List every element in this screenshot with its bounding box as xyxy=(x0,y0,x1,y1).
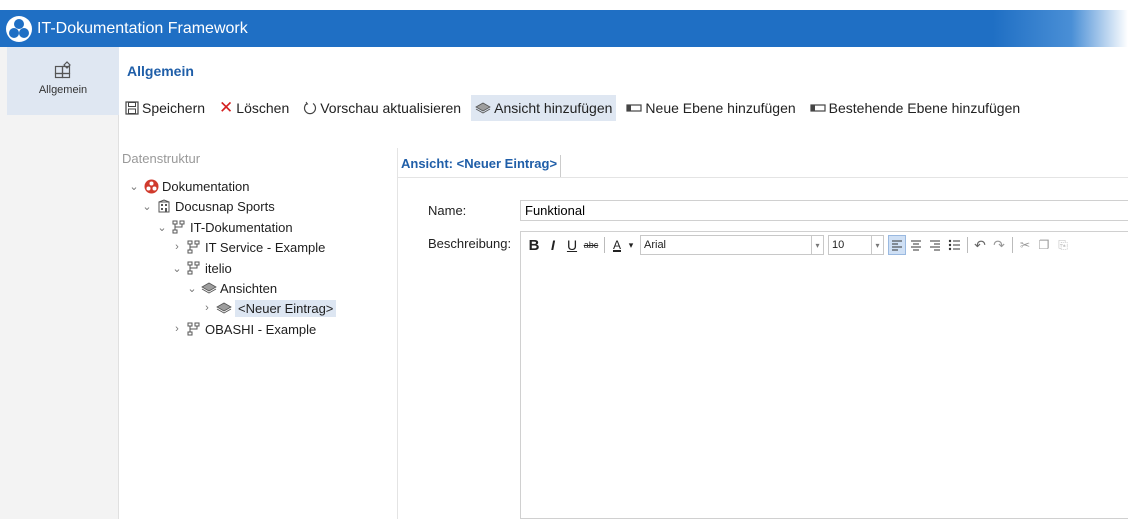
sidebar-item-label: Allgemein xyxy=(38,84,88,96)
refresh-preview-button[interactable]: Vorschau aktualisieren xyxy=(299,95,465,121)
tree-item-neuer-eintrag[interactable]: › <Neuer Eintrag> xyxy=(201,298,337,318)
name-label: Name: xyxy=(428,203,467,218)
tree-item-label: OBASHI - Example xyxy=(205,321,317,337)
font-family-select[interactable]: Arial ▾ xyxy=(640,235,824,255)
redo-icon[interactable]: ↷ xyxy=(990,235,1008,255)
toolbar: Speichern ✕ Löschen Vorschau aktualisier… xyxy=(121,94,1030,122)
font-size-value: 10 xyxy=(832,239,845,251)
refresh-preview-label: Vorschau aktualisieren xyxy=(320,100,462,116)
tree-item-ansichten[interactable]: ⌄ Ansichten xyxy=(186,278,277,298)
cut-icon[interactable]: ✂ xyxy=(1016,235,1034,255)
font-family-value: Arial xyxy=(644,239,667,251)
tab-view-detail[interactable]: Ansicht: <Neuer Eintrag> xyxy=(398,155,562,177)
chevron-down-icon[interactable]: ⌄ xyxy=(128,180,140,193)
chevron-right-icon[interactable]: › xyxy=(201,302,213,314)
view-icon xyxy=(216,300,232,316)
align-left-icon[interactable] xyxy=(888,235,906,255)
font-color-dropdown-icon[interactable]: ▾ xyxy=(627,235,635,255)
tree-item-obashi-example[interactable]: › OBASHI - Example xyxy=(171,319,316,339)
hierarchy-icon xyxy=(186,321,202,337)
font-color-button[interactable]: A xyxy=(608,235,626,255)
app-title: IT-Dokumentation Framework xyxy=(37,19,248,37)
chevron-down-icon[interactable]: ⌄ xyxy=(186,282,198,295)
documentation-icon xyxy=(143,178,159,194)
tree-item-docusnap-sports[interactable]: ⌄ Docusnap Sports xyxy=(141,196,275,216)
title-bar: IT-Dokumentation Framework xyxy=(0,10,1128,47)
layer-icon xyxy=(626,103,643,113)
layer-icon xyxy=(810,103,826,113)
toolbar-separator xyxy=(1012,237,1013,253)
delete-label: Löschen xyxy=(236,100,290,116)
detail-panel: Ansicht: <Neuer Eintrag> Name: Beschreib… xyxy=(398,148,1128,519)
undo-icon[interactable]: ↶ xyxy=(971,235,989,255)
add-new-layer-label: Neue Ebene hinzufügen xyxy=(645,100,796,116)
bullet-list-icon[interactable] xyxy=(945,235,963,255)
refresh-icon xyxy=(303,101,317,115)
delete-button[interactable]: ✕ Löschen xyxy=(215,95,293,121)
font-size-select[interactable]: 10 ▾ xyxy=(828,235,884,255)
tree-header: Datenstruktur xyxy=(122,151,201,166)
tree-item-label: itelio xyxy=(205,260,232,276)
sidebar: Allgemein xyxy=(0,47,119,519)
tree-item-itelio[interactable]: ⌄ itelio xyxy=(171,258,232,278)
tree-item-it-dokumentation[interactable]: ⌄ IT-Dokumentation xyxy=(156,217,293,237)
paste-icon[interactable]: ⎘ xyxy=(1054,235,1072,255)
chevron-right-icon[interactable]: › xyxy=(171,241,183,253)
settings-grid-icon xyxy=(54,61,71,79)
chevron-down-icon[interactable]: ⌄ xyxy=(171,262,183,275)
add-view-label: Ansicht hinzufügen xyxy=(494,100,613,116)
add-existing-layer-button[interactable]: Bestehende Ebene hinzufügen xyxy=(806,95,1025,121)
tree-item-dokumentation[interactable]: ⌄ Dokumentation xyxy=(128,176,249,196)
chevron-down-icon[interactable]: ▾ xyxy=(811,236,823,254)
save-label: Speichern xyxy=(142,100,206,116)
tree-item-label: IT Service - Example xyxy=(205,239,326,255)
bold-button[interactable]: B xyxy=(525,235,543,255)
underline-button[interactable]: U xyxy=(563,235,581,255)
page-title: Allgemein xyxy=(127,63,194,79)
hierarchy-icon xyxy=(186,239,202,255)
tree-item-label: Docusnap Sports xyxy=(175,198,275,214)
description-editor[interactable]: B I U abc A ▾ Arial ▾ 10 ▾ ↶ ↷ ✂ ❐ ⎘ xyxy=(520,231,1128,519)
data-structure-panel: Datenstruktur ⌄ Dokumentation ⌄ Docusnap… xyxy=(119,148,398,519)
italic-button[interactable]: I xyxy=(544,235,562,255)
toolbar-separator xyxy=(604,237,605,253)
chevron-down-icon[interactable]: ⌄ xyxy=(141,200,153,213)
building-icon xyxy=(156,198,172,214)
delete-icon: ✕ xyxy=(219,98,234,117)
tree-item-it-service-example[interactable]: › IT Service - Example xyxy=(171,237,325,257)
hierarchy-icon xyxy=(186,260,202,276)
editor-toolbar: B I U abc A ▾ Arial ▾ 10 ▾ ↶ ↷ ✂ ❐ ⎘ xyxy=(521,232,1128,258)
add-view-button[interactable]: Ansicht hinzufügen xyxy=(471,95,617,121)
name-field[interactable] xyxy=(520,200,1128,221)
copy-icon[interactable]: ❐ xyxy=(1035,235,1053,255)
tree-item-label: Dokumentation xyxy=(162,178,250,194)
chevron-down-icon[interactable]: ⌄ xyxy=(156,221,168,234)
sidebar-item-allgemein[interactable]: Allgemein xyxy=(7,47,119,115)
description-label: Beschreibung: xyxy=(428,236,512,251)
tab-divider xyxy=(398,177,1128,178)
view-icon xyxy=(201,280,217,296)
app-logo-icon xyxy=(6,15,32,42)
save-button[interactable]: Speichern xyxy=(121,95,209,121)
chevron-right-icon[interactable]: › xyxy=(171,323,183,335)
align-center-icon[interactable] xyxy=(907,235,925,255)
tree-item-label: Ansichten xyxy=(220,280,278,296)
add-new-layer-button[interactable]: Neue Ebene hinzufügen xyxy=(622,95,799,121)
strikethrough-button[interactable]: abc xyxy=(582,235,600,255)
save-icon xyxy=(125,101,139,115)
align-right-icon[interactable] xyxy=(926,235,944,255)
hierarchy-icon xyxy=(171,219,187,235)
view-icon xyxy=(475,101,491,115)
tree-item-label: IT-Dokumentation xyxy=(190,219,293,235)
add-existing-layer-label: Bestehende Ebene hinzufügen xyxy=(828,100,1021,116)
chevron-down-icon[interactable]: ▾ xyxy=(871,236,883,254)
toolbar-separator xyxy=(967,237,968,253)
tree-item-label: <Neuer Eintrag> xyxy=(235,299,337,317)
